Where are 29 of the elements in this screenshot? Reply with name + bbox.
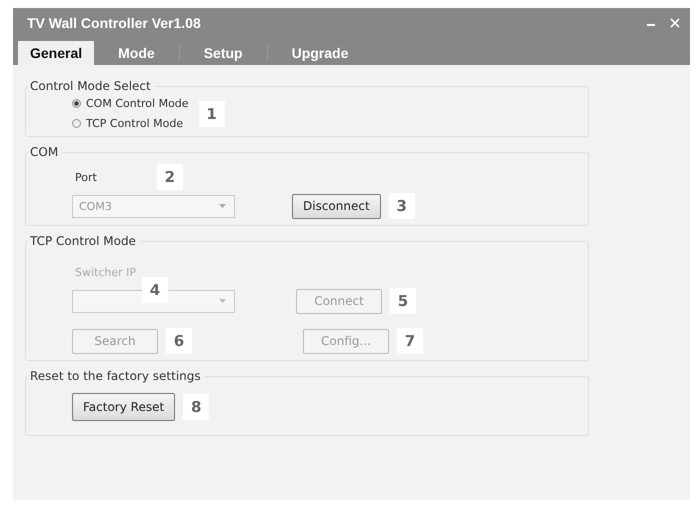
tab[interactable]: General (18, 41, 94, 65)
port-label: Port (75, 170, 97, 184)
radio-button[interactable] (72, 119, 81, 128)
dropdown-arrow-icon (219, 204, 226, 208)
callout-number: 2 (156, 164, 183, 190)
group-title: COM (29, 145, 60, 159)
callout-number: 1 (198, 100, 225, 126)
window-title: TV Wall Controller Ver1.08 (27, 15, 201, 31)
dropdown-arrow-icon (219, 299, 226, 303)
disconnect-button[interactable]: Disconnect (292, 194, 381, 218)
group-title: TCP Control Mode (29, 234, 137, 248)
close-icon[interactable] (670, 18, 680, 28)
tab[interactable]: Mode (94, 41, 179, 65)
radio-label: TCP Control Mode (86, 117, 184, 130)
callout-number: 4 (142, 277, 168, 303)
port-dropdown[interactable]: COM3 (72, 194, 235, 218)
radio-button[interactable] (72, 99, 81, 108)
callout-number: 3 (388, 193, 415, 219)
callout-number: 6 (166, 328, 192, 354)
switcher-ip-label: Switcher IP (75, 266, 136, 278)
group-title: Reset to the factory settings (29, 369, 202, 383)
callout-number: 8 (183, 394, 210, 420)
callout-number: 7 (397, 328, 423, 354)
factory-reset-button[interactable]: Factory Reset (72, 393, 176, 421)
callout-number: 5 (390, 288, 416, 314)
tab[interactable]: Setup (180, 41, 267, 65)
tab[interactable]: Upgrade (268, 41, 372, 65)
group-title: Control Mode Select (29, 79, 152, 93)
radio-option[interactable]: TCP Control Mode (72, 117, 189, 130)
